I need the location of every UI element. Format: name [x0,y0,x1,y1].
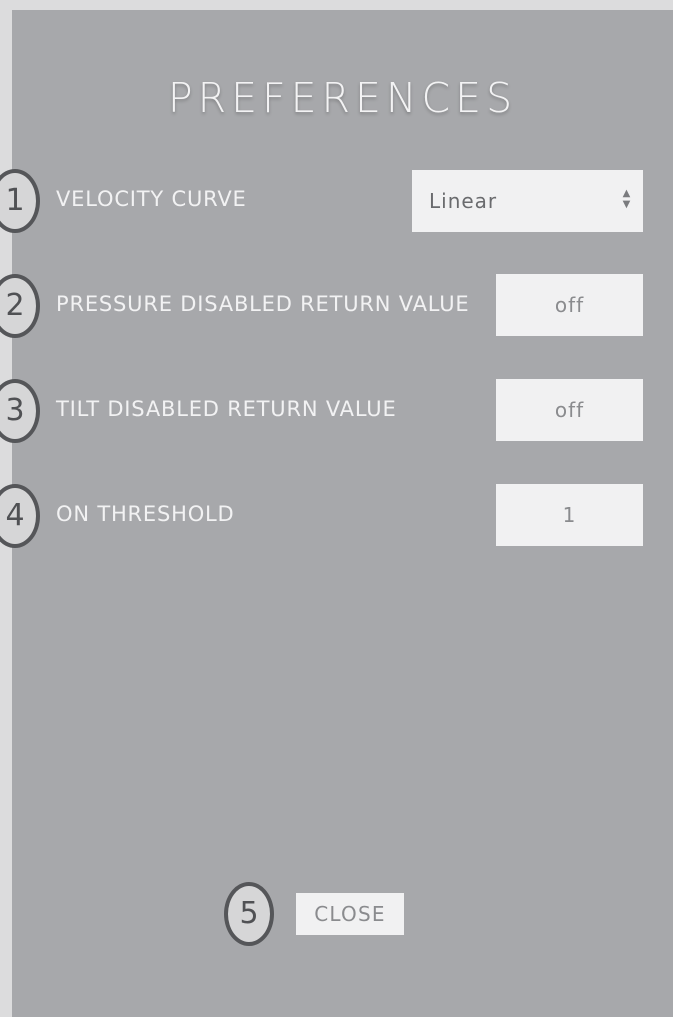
pressure-disabled-return-value-field[interactable]: off [496,274,643,336]
callout-badge-1: 1 [0,169,40,233]
close-button[interactable]: CLOSE [296,893,404,935]
callout-badge-2: 2 [0,274,40,338]
preferences-panel: PREFERENCES 1 VELOCITY CURVE Linear ▲ ▼ 2… [0,10,673,1017]
callout-badge-5: 5 [224,882,274,946]
page-title: PREFERENCES [167,74,518,122]
on-threshold-field[interactable]: 1 [496,484,643,546]
velocity-curve-label: VELOCITY CURVE [56,187,247,211]
callout-badge-4: 4 [0,484,40,548]
callout-badge-3: 3 [0,379,40,443]
velocity-curve-select[interactable]: Linear ▲ ▼ [412,170,643,232]
tilt-disabled-return-value-field[interactable]: off [496,379,643,441]
on-threshold-label: ON THRESHOLD [56,502,235,526]
tilt-disabled-return-value-label: TILT DISABLED RETURN VALUE [56,397,397,421]
velocity-curve-value: Linear [429,189,498,213]
pressure-disabled-return-value-label: PRESSURE DISABLED RETURN VALUE [56,292,470,316]
up-down-arrows-icon: ▲ ▼ [622,188,632,210]
